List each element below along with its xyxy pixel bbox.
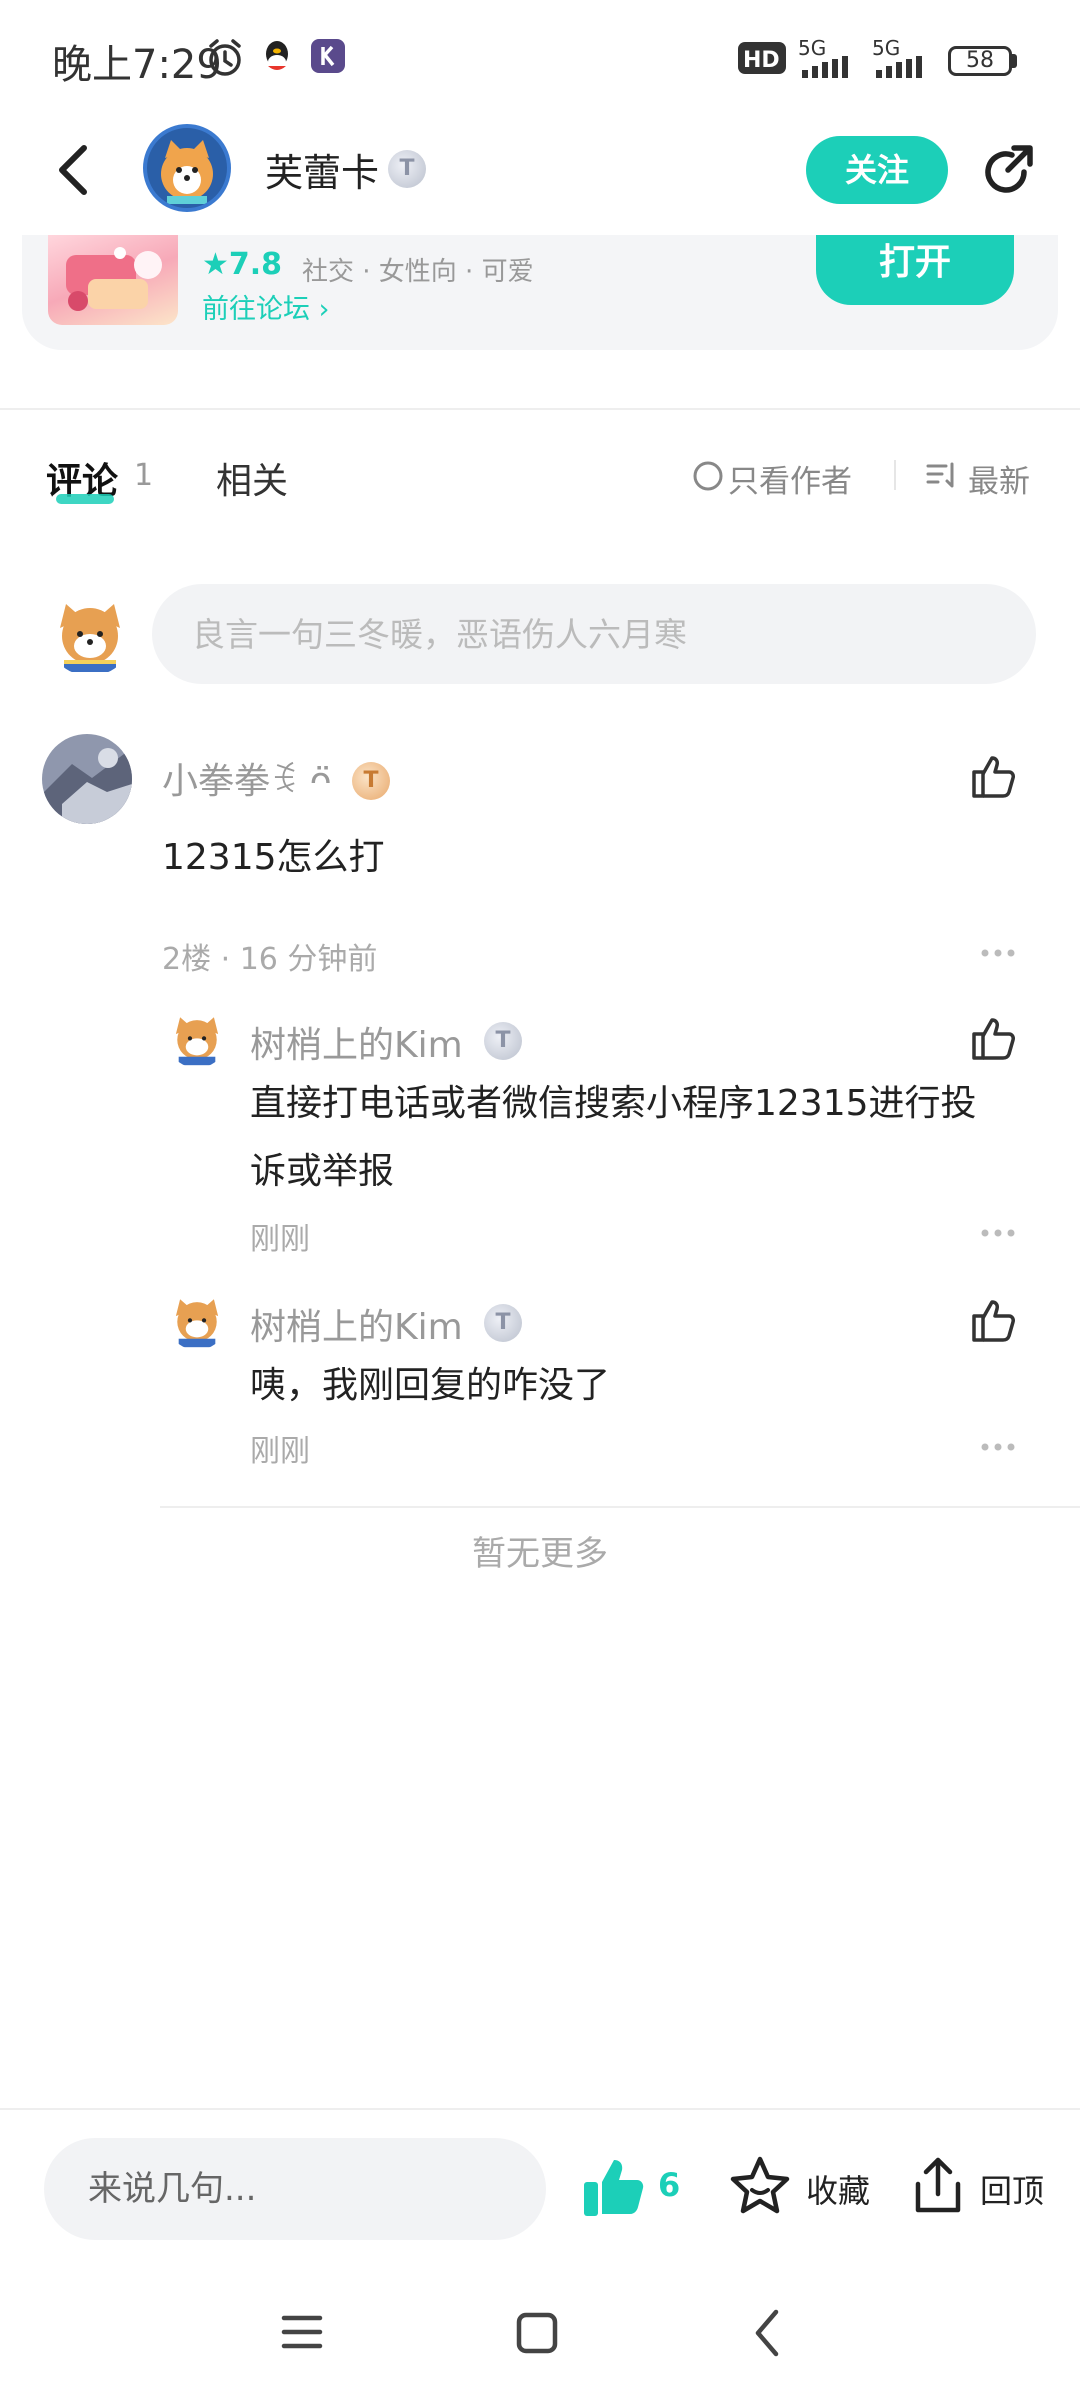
commenter-name[interactable]: 小拳拳ꉂ ᴖ̈ <box>162 752 332 804</box>
back-to-top-label: 回顶 <box>980 2172 1045 2210</box>
star-icon <box>728 2154 792 2218</box>
level-badge: T <box>484 1304 522 1342</box>
radio-circle-icon <box>692 460 724 492</box>
like-icon[interactable] <box>970 1014 1020 1062</box>
back-arrow-icon[interactable] <box>52 144 96 196</box>
tab-comments-count: 1 <box>134 458 154 493</box>
my-avatar <box>46 588 134 676</box>
app-card[interactable]: ★7.8 社交 · 女性向 · 可爱 前往论坛 › 打开 <box>22 235 1058 350</box>
app-rating: ★7.8 <box>202 247 283 282</box>
share-icon[interactable] <box>978 142 1038 202</box>
commenter-avatar[interactable] <box>42 734 132 824</box>
like-count: 6 <box>658 2166 681 2204</box>
sort-label: 最新 <box>968 464 1030 500</box>
signal-icon-1 <box>798 56 862 78</box>
author-name[interactable]: 芙蕾卡 <box>265 142 379 197</box>
level-badge: T <box>484 1022 522 1060</box>
reply-text-line: 咦，我刚回复的咋没了 <box>250 1365 611 1406</box>
divider <box>894 460 896 490</box>
author-avatar[interactable] <box>143 124 231 212</box>
divider <box>160 1506 1080 1508</box>
reply-time: 刚刚 <box>250 1222 310 1257</box>
reply-avatar[interactable] <box>166 1288 228 1350</box>
alarm-icon <box>205 38 245 78</box>
more-options-icon[interactable] <box>980 1228 1016 1238</box>
svg-text:HD: HD <box>743 48 780 73</box>
more-options-icon[interactable] <box>980 948 1016 958</box>
follow-button[interactable]: 关注 <box>806 136 948 204</box>
reply-time: 刚刚 <box>250 1434 310 1469</box>
more-options-icon[interactable] <box>980 1442 1016 1452</box>
reply-avatar[interactable] <box>166 1006 228 1068</box>
like-icon[interactable] <box>970 1296 1020 1344</box>
divider <box>0 2108 1080 2110</box>
tab-related[interactable]: 相关 <box>216 452 288 504</box>
app-thumbnail[interactable] <box>48 235 178 325</box>
reply-input[interactable] <box>44 2138 546 2240</box>
nav-home-icon[interactable] <box>516 2312 558 2354</box>
sort-icon <box>926 460 960 492</box>
post-header: 芙蕾卡 T 关注 <box>0 120 1080 235</box>
battery-indicator: 58 <box>948 46 1012 76</box>
app-tags: 社交 · 女性向 · 可爱 <box>302 257 534 287</box>
level-badge: T <box>388 150 426 188</box>
upload-arrow-icon <box>908 2154 968 2218</box>
forum-link[interactable]: 前往论坛 › <box>202 287 329 326</box>
nav-back-icon[interactable] <box>752 2308 782 2358</box>
tab-active-indicator <box>56 494 114 504</box>
comment-text: 12315怎么打 <box>162 837 385 878</box>
like-icon[interactable] <box>970 752 1020 800</box>
reply-text-line: 直接打电话或者微信搜索小程序12315进行投 <box>250 1083 977 1124</box>
status-time: 晚上7:29 <box>52 42 222 88</box>
hd-icon: HD <box>738 40 786 76</box>
reply-author-name[interactable]: 树梢上的Kim <box>250 1298 463 1350</box>
signal-icon-2 <box>872 56 936 78</box>
level-badge: T <box>352 762 390 800</box>
nav-menu-icon[interactable] <box>280 2312 324 2352</box>
comment-meta: 2楼 · 16 分钟前 <box>162 942 378 977</box>
open-app-button[interactable]: 打开 <box>816 235 1014 305</box>
author-only-label: 只看作者 <box>728 464 852 500</box>
battery-tip <box>1012 54 1017 68</box>
status-bar: 晚上7:29 HD 5G 5G 58 <box>0 0 1080 120</box>
no-more-text: 暂无更多 <box>472 1534 608 1574</box>
comment-input[interactable] <box>152 584 1036 684</box>
favorite-label: 收藏 <box>806 2172 871 2210</box>
thumbs-up-icon <box>582 2156 646 2218</box>
app-k-icon <box>310 38 346 74</box>
qq-icon <box>260 38 294 78</box>
reply-text-line: 诉或举报 <box>250 1151 395 1192</box>
reply-author-name[interactable]: 树梢上的Kim <box>250 1016 463 1068</box>
divider <box>0 408 1080 410</box>
